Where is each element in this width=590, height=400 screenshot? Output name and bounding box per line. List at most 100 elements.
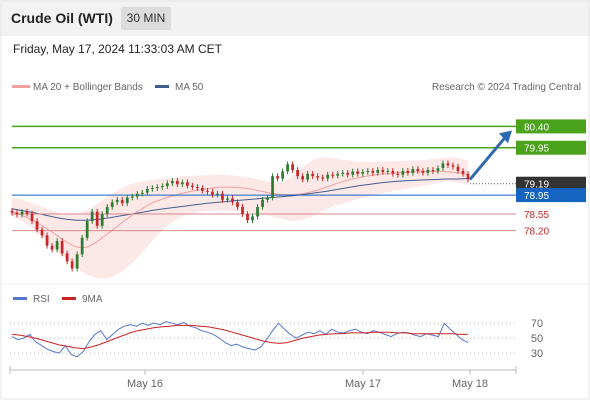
rsi-tick-label: 50 [531, 333, 543, 345]
candle-body [266, 197, 269, 200]
candle-body [446, 163, 450, 166]
level-label-support: 78.55 [524, 210, 549, 221]
candle-body [170, 180, 174, 184]
forecast-arrow [468, 130, 512, 181]
candle-body [401, 170, 405, 175]
candle-body [201, 188, 204, 191]
rsi-legend-swatch [13, 297, 27, 300]
candle-body [286, 164, 289, 172]
candle-body [180, 182, 184, 185]
candle-body [80, 237, 84, 255]
candle-body [396, 173, 400, 175]
rsi-tick-label: 30 [531, 348, 543, 360]
ma20-legend-swatch [12, 85, 30, 88]
candle-body [316, 176, 320, 178]
candle-body [236, 202, 239, 207]
candle-body [361, 171, 365, 174]
candle-body [306, 173, 310, 180]
candle-body [291, 164, 294, 170]
price-chart: MA 20 + Bollinger Bands MA 50 Research ©… [0, 0, 590, 400]
candle-body [105, 206, 109, 215]
candle-body [10, 210, 14, 213]
candle-body [331, 174, 335, 176]
candle-body [296, 170, 300, 177]
candle-body [35, 221, 39, 230]
candle-body [381, 170, 385, 172]
candle-body [160, 186, 164, 188]
level-label-resistance: 80.40 [524, 122, 549, 133]
candle-body [196, 187, 199, 189]
candle-body [145, 188, 149, 193]
candle-body [251, 216, 254, 221]
candle-body [135, 193, 139, 197]
candle-body [155, 187, 159, 189]
candle-body [421, 170, 425, 173]
rsi-series-rsi [11, 321, 469, 358]
candle-body [140, 192, 144, 194]
candle-body [281, 171, 284, 179]
candle-body [130, 196, 134, 198]
candle-body [95, 211, 99, 226]
candle-body [336, 173, 340, 176]
level-label-resistance: 79.95 [524, 144, 549, 155]
candle-body [406, 170, 410, 173]
x-tick-label: May 18 [452, 378, 488, 390]
candle-body [226, 198, 229, 200]
candle-body [110, 202, 114, 207]
candle-body [261, 199, 264, 207]
candle-body [246, 214, 249, 221]
candle-body [461, 170, 465, 174]
rsi-legend-label: RSI [33, 294, 50, 305]
candle-body [30, 213, 34, 222]
level-label-support: 78.20 [524, 227, 549, 238]
x-tick-label: May 16 [127, 378, 163, 390]
candle-body [40, 229, 44, 236]
candle-body [371, 170, 375, 173]
candle-body [276, 176, 279, 179]
candle-body [55, 241, 59, 250]
candle-body [65, 253, 69, 262]
ma50-legend-swatch [155, 85, 169, 88]
level-label-pivot: 78.95 [524, 191, 549, 202]
candle-body [150, 188, 154, 189]
candle-body [376, 170, 380, 173]
candle-body [15, 212, 19, 215]
candle-body [321, 177, 325, 179]
candle-body [206, 190, 209, 192]
candle-body [431, 170, 435, 171]
candle-body [326, 174, 330, 179]
source-credit: Research © 2024 Trading Central [432, 82, 581, 93]
candle-body [341, 172, 345, 174]
candle-body [436, 168, 440, 171]
candle-body [186, 182, 189, 186]
candle-body [456, 166, 460, 171]
candle-body [45, 235, 49, 246]
candle-body [391, 170, 395, 174]
candle-body [221, 193, 224, 200]
candle-body [386, 170, 390, 172]
candle-body [271, 176, 274, 198]
candle-body [216, 193, 219, 195]
candle-body [50, 245, 54, 250]
candle-body [175, 180, 179, 185]
rsi-ma-legend-label: 9MA [82, 294, 103, 305]
rsi-panel: 70 50 30 [10, 318, 543, 360]
rsi-tick-label: 70 [531, 318, 543, 330]
candle-body [60, 241, 64, 254]
bollinger-band-fill [12, 157, 468, 279]
bollinger-bands [12, 157, 468, 279]
candle-body [125, 197, 129, 204]
candle-body [351, 171, 355, 175]
ma20-legend-label: MA 20 + Bollinger Bands [33, 82, 143, 93]
candle-body [411, 169, 415, 173]
rsi-ma-legend-swatch [62, 297, 76, 300]
candle-body [356, 171, 360, 174]
candle-body [75, 254, 79, 269]
candle-body [366, 170, 370, 172]
candle-body [416, 169, 420, 171]
candle-body [311, 173, 315, 177]
candle-body [466, 173, 470, 180]
candle-body [256, 206, 259, 217]
candle-body [90, 211, 94, 222]
candle-body [70, 261, 74, 269]
